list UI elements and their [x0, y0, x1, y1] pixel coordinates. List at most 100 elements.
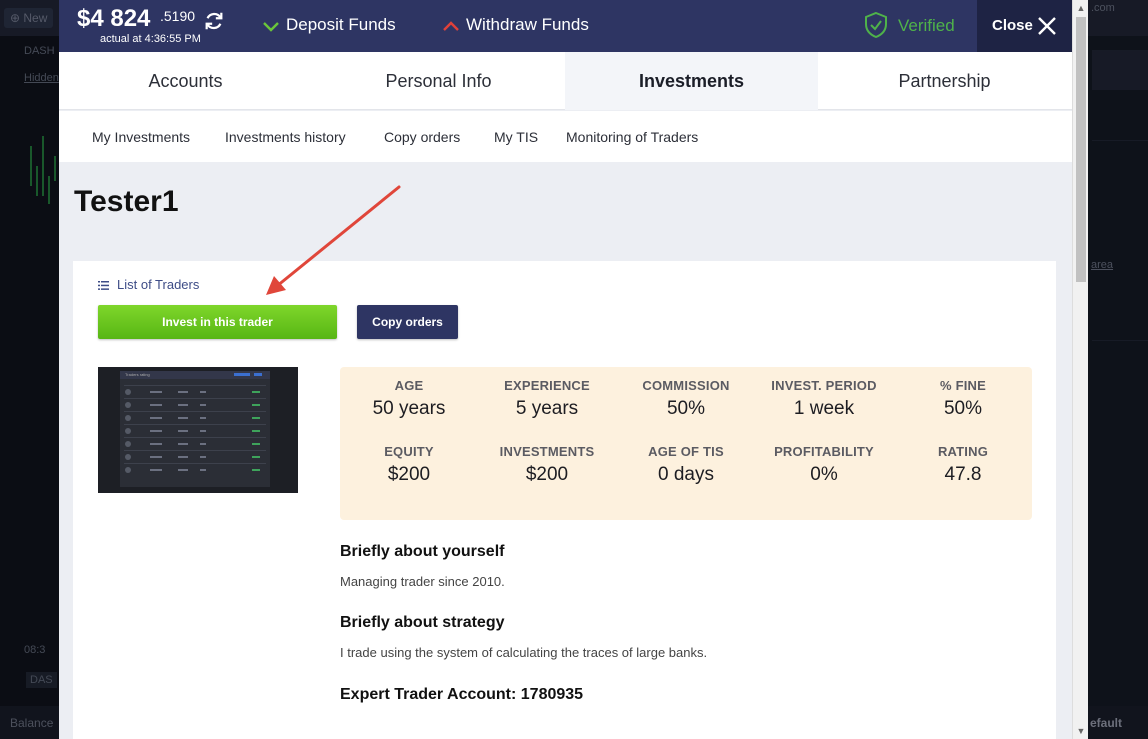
- stat-label: PROFITABILITY: [774, 444, 874, 459]
- stat-label: % FINE: [940, 378, 986, 393]
- investments-subnav: My Investments Investments history Copy …: [59, 111, 1072, 162]
- stat-age: AGE 50 years: [340, 378, 478, 420]
- thumbnail-row: [124, 411, 266, 412]
- stat-value: 1 week: [793, 398, 855, 419]
- thumbnail-avatar: [125, 389, 131, 395]
- stat-investments: INVESTMENTS $200: [478, 444, 616, 486]
- scroll-down-icon[interactable]: ▼: [1073, 723, 1089, 739]
- stat-rating: RATING 47.8: [894, 444, 1032, 486]
- copy-orders-button[interactable]: Copy orders: [357, 305, 458, 339]
- thumbnail-cell: [200, 404, 206, 406]
- modal-scrollbar[interactable]: ▲ ▼: [1072, 0, 1088, 739]
- stat-value: 50 years: [372, 398, 446, 419]
- stat-value: 47.8: [944, 464, 982, 485]
- thumbnail-cell: [150, 417, 162, 419]
- thumbnail-avatar: [125, 467, 131, 473]
- thumbnail-avatar: [125, 441, 131, 447]
- trader-stats-panel: AGE 50 years EXPERIENCE 5 years COMMISSI…: [340, 367, 1032, 520]
- tab-accounts[interactable]: Accounts: [59, 52, 312, 110]
- stat-value: 50%: [666, 398, 706, 419]
- stat-value: $200: [387, 464, 431, 485]
- stat-value: 5 years: [515, 398, 579, 419]
- thumbnail-cell: [150, 391, 162, 393]
- subtab-monitoring-of-traders[interactable]: Monitoring of Traders: [566, 129, 698, 145]
- stat-label: RATING: [937, 444, 989, 459]
- deposit-funds-button[interactable]: Deposit Funds: [262, 15, 396, 35]
- thumbnail-cell: [252, 456, 260, 458]
- stat-value: 0 days: [658, 464, 714, 485]
- tab-investments[interactable]: Investments: [565, 52, 818, 110]
- invest-in-trader-button[interactable]: Invest in this trader: [98, 305, 337, 339]
- trader-card: List of Traders Invest in this trader Co…: [73, 261, 1056, 739]
- subtab-my-investments[interactable]: My Investments: [92, 129, 190, 145]
- thumbnail-cell: [150, 404, 162, 406]
- stat-invest-period: INVEST. PERIOD 1 week: [755, 378, 893, 420]
- stat-label: EXPERIENCE: [504, 378, 590, 393]
- stat-label: AGE: [394, 378, 424, 393]
- subtab-copy-orders[interactable]: Copy orders: [384, 129, 460, 145]
- stat-value: $200: [525, 464, 569, 485]
- thumbnail-row: [124, 398, 266, 399]
- list-icon: [98, 281, 109, 290]
- thumbnail-header: Traders rating: [120, 371, 270, 379]
- close-label: Close: [992, 17, 1033, 34]
- thumbnail-cell: [252, 417, 260, 419]
- subtab-my-tis[interactable]: My TIS: [494, 129, 538, 145]
- stat-value: 50%: [943, 398, 983, 419]
- thumbnail-cell: [150, 469, 162, 471]
- about-yourself-text: Managing trader since 2010.: [340, 574, 505, 589]
- scroll-up-icon[interactable]: ▲: [1073, 0, 1089, 16]
- trader-screenshot-thumbnail[interactable]: Traders rating: [98, 367, 298, 493]
- balance-amount: $4 824: [77, 5, 151, 32]
- stat-value: 0%: [810, 464, 838, 485]
- thumbnail-cell: [252, 469, 260, 471]
- stat-equity: EQUITY $200: [340, 444, 478, 486]
- thumbnail-cell: [150, 443, 162, 445]
- account-modal: $4 824 .5190 actual at 4:36:55 PM Deposi…: [59, 0, 1072, 739]
- thumbnail-cell: [150, 456, 162, 458]
- main-tabs: Accounts Personal Info Investments Partn…: [59, 52, 1072, 110]
- thumbnail-cell: [200, 456, 206, 458]
- thumbnail-row: [124, 385, 266, 386]
- subtab-investments-history[interactable]: Investments history: [225, 129, 346, 145]
- close-button[interactable]: Close: [977, 0, 1072, 52]
- thumbnail-avatar: [125, 415, 131, 421]
- thumbnail-cell: [150, 430, 162, 432]
- thumbnail-cell: [200, 417, 206, 419]
- thumbnail-cell: [178, 404, 188, 406]
- tab-partnership[interactable]: Partnership: [818, 52, 1071, 110]
- thumbnail-row: [124, 424, 266, 425]
- verified-status: Verified: [898, 16, 955, 35]
- thumbnail-row: [124, 463, 266, 464]
- thumbnail-button: [234, 373, 250, 376]
- thumbnail-table: Traders rating: [120, 371, 270, 487]
- refresh-icon[interactable]: [203, 10, 225, 32]
- balance-timestamp: actual at 4:36:55 PM: [100, 33, 201, 45]
- stat-label: INVEST. PERIOD: [771, 378, 877, 393]
- withdraw-funds-button[interactable]: Withdraw Funds: [442, 15, 589, 35]
- thumbnail-cell: [252, 443, 260, 445]
- about-yourself-heading: Briefly about yourself: [340, 543, 505, 560]
- thumbnail-row: [124, 450, 266, 451]
- thumbnail-cell: [200, 443, 206, 445]
- stat-fine: % FINE 50%: [894, 378, 1032, 420]
- thumbnail-cell: [200, 430, 206, 432]
- stat-label: EQUITY: [384, 444, 434, 459]
- shield-check-icon: [865, 11, 887, 39]
- tab-personal-info[interactable]: Personal Info: [312, 52, 565, 110]
- stat-label: INVESTMENTS: [499, 444, 595, 459]
- stat-label: COMMISSION: [642, 378, 730, 393]
- list-of-traders-link[interactable]: List of Traders: [98, 277, 199, 292]
- expert-account-label: Expert Trader Account: 1780935: [340, 686, 584, 703]
- thumbnail-cell: [178, 430, 188, 432]
- thumbnail-row: [124, 437, 266, 438]
- balance-fraction: .5190: [160, 8, 196, 24]
- modal-header: $4 824 .5190 actual at 4:36:55 PM Deposi…: [59, 0, 1072, 52]
- scrollbar-thumb[interactable]: [1076, 17, 1086, 282]
- thumbnail-cell: [178, 417, 188, 419]
- about-strategy-text: I trade using the system of calculating …: [340, 645, 708, 660]
- thumbnail-cell: [200, 469, 206, 471]
- chevron-down-icon: [263, 21, 279, 32]
- stat-profitability: PROFITABILITY 0%: [755, 444, 893, 486]
- thumbnail-button: [254, 373, 262, 376]
